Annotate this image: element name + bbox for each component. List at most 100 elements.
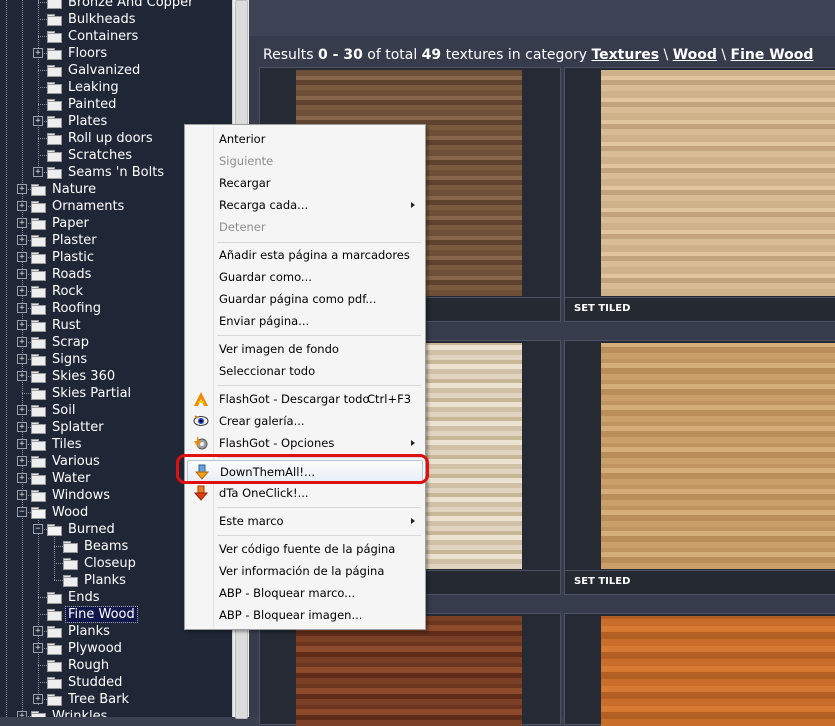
tree-item[interactable]: Ends (68, 589, 99, 606)
expand-icon[interactable]: + (17, 422, 27, 432)
menu-item-ver-fondo[interactable]: Ver imagen de fondo (185, 338, 425, 360)
menu-item-recargar[interactable]: Recargar (185, 172, 425, 194)
menu-item-siguiente[interactable]: Siguiente (185, 150, 425, 172)
expand-icon[interactable]: + (33, 116, 43, 126)
tree-item[interactable]: Windows (52, 487, 110, 504)
expand-icon[interactable]: + (17, 473, 27, 483)
expand-icon[interactable]: + (33, 48, 43, 58)
tree-item[interactable]: Floors (68, 45, 107, 62)
set-tiled-link[interactable]: SET TILED (574, 576, 630, 587)
tree-item[interactable]: Wrinkles (52, 708, 107, 717)
menu-item-ver-info[interactable]: Ver información de la página (185, 560, 425, 582)
breadcrumb-wood[interactable]: Wood (673, 47, 717, 63)
texture-thumbnail[interactable] (601, 616, 835, 726)
tree-item[interactable]: Rock (52, 283, 83, 300)
tree-item[interactable]: Nature (52, 181, 96, 198)
expand-icon[interactable]: + (17, 320, 27, 330)
tree-item[interactable]: Planks (68, 623, 110, 640)
menu-item-enviar[interactable]: Enviar página... (185, 310, 425, 332)
tree-item[interactable]: Galvanized (68, 62, 140, 79)
tree-item[interactable]: Tiles (52, 436, 82, 453)
menu-item-guardar-como[interactable]: Guardar como... (185, 266, 425, 288)
texture-thumbnail[interactable] (601, 70, 835, 296)
expand-icon[interactable]: + (17, 303, 27, 313)
breadcrumb-fine-wood[interactable]: Fine Wood (731, 47, 814, 63)
menu-item-flashgot-opciones[interactable]: FlashGot - Opciones (185, 432, 425, 454)
tree-item[interactable]: Plaster (52, 232, 97, 249)
tree-item[interactable]: Plates (68, 113, 107, 130)
expand-icon[interactable]: + (17, 269, 27, 279)
tree-item[interactable]: Bronze And Copper (68, 0, 194, 11)
expand-icon[interactable]: + (17, 371, 27, 381)
collapse-icon[interactable]: − (33, 524, 43, 534)
texture-thumbnail[interactable] (601, 343, 835, 569)
tree-item[interactable]: Wood (52, 504, 88, 521)
tree-item[interactable]: Plastic (52, 249, 94, 266)
expand-icon[interactable]: + (33, 167, 43, 177)
menu-item-anterior[interactable]: Anterior (185, 128, 425, 150)
tree-item[interactable]: Fine Wood (65, 606, 138, 623)
menu-item-detener[interactable]: Detener (185, 216, 425, 238)
expand-icon[interactable]: + (17, 218, 27, 228)
tree-item[interactable]: Roll up doors (68, 130, 153, 147)
tree-item[interactable]: Studded (68, 674, 122, 691)
expand-icon[interactable]: + (17, 439, 27, 449)
expand-icon[interactable]: + (33, 643, 43, 653)
menu-item-seleccionar[interactable]: Seleccionar todo (185, 360, 425, 382)
menu-item-oneclick[interactable]: dTa OneClick!... (185, 482, 425, 504)
menu-item-crear-galeria[interactable]: Crear galería... (185, 410, 425, 432)
expand-icon[interactable]: + (17, 405, 27, 415)
menu-item-guardar-pdf[interactable]: Guardar página como pdf... (185, 288, 425, 310)
folder-icon (31, 303, 46, 315)
expand-icon[interactable]: + (17, 354, 27, 364)
expand-icon[interactable]: + (17, 490, 27, 500)
menu-item-este-marco[interactable]: Este marco (185, 510, 425, 532)
expand-icon[interactable]: + (33, 626, 43, 636)
tree-item[interactable]: Scratches (68, 147, 132, 164)
tree-item[interactable]: Plywood (68, 640, 122, 657)
expand-icon[interactable]: + (17, 184, 27, 194)
tree-item[interactable]: Splatter (52, 419, 104, 436)
expand-icon[interactable]: + (17, 711, 27, 717)
tree-item[interactable]: Ornaments (52, 198, 124, 215)
menu-item-abp-marco[interactable]: ABP - Bloquear marco... (185, 582, 425, 604)
tree-item[interactable]: Paper (52, 215, 89, 232)
expand-icon[interactable]: + (17, 235, 27, 245)
expand-icon[interactable]: + (17, 337, 27, 347)
expand-icon[interactable]: + (33, 694, 43, 704)
tree-item[interactable]: Soil (52, 402, 75, 419)
tree-item[interactable]: Bulkheads (68, 11, 136, 28)
expand-icon[interactable]: + (17, 252, 27, 262)
tree-item[interactable]: Containers (68, 28, 138, 45)
tree-item[interactable]: Tree Bark (68, 691, 129, 708)
collapse-icon[interactable]: − (17, 507, 27, 517)
expand-icon[interactable]: + (17, 456, 27, 466)
tree-item[interactable]: Rough (68, 657, 109, 674)
breadcrumb-textures[interactable]: Textures (591, 47, 659, 63)
tree-item[interactable]: Seams 'n Bolts (68, 164, 164, 181)
tree-item[interactable]: Scrap (52, 334, 89, 351)
tree-item[interactable]: Burned (68, 521, 115, 538)
menu-item-recarga-cada[interactable]: Recarga cada... (185, 194, 425, 216)
tree-item[interactable]: Closeup (84, 555, 136, 572)
tree-item[interactable]: Beams (84, 538, 128, 555)
menu-item-abp-imagen[interactable]: ABP - Bloquear imagen... (185, 604, 425, 626)
menu-item-flashgot-todo[interactable]: FlashGot - Descargar todo Ctrl+F3 (185, 388, 425, 410)
menu-item-marcadores[interactable]: Añadir esta página a marcadores (185, 244, 425, 266)
texture-thumbnail[interactable] (296, 616, 522, 726)
tree-item[interactable]: Planks (84, 572, 126, 589)
tree-item[interactable]: Signs (52, 351, 87, 368)
tree-item[interactable]: Rust (52, 317, 81, 334)
expand-icon[interactable]: + (17, 286, 27, 296)
tree-item[interactable]: Skies 360 (52, 368, 115, 385)
set-tiled-link[interactable]: SET TILED (574, 303, 630, 314)
tree-item[interactable]: Skies Partial (52, 385, 131, 402)
expand-icon[interactable]: + (17, 201, 27, 211)
tree-item[interactable]: Leaking (68, 79, 119, 96)
tree-item[interactable]: Various (52, 453, 100, 470)
tree-item[interactable]: Roofing (52, 300, 101, 317)
tree-item[interactable]: Roads (52, 266, 91, 283)
menu-item-ver-codigo[interactable]: Ver código fuente de la página (185, 538, 425, 560)
tree-item[interactable]: Water (52, 470, 90, 487)
tree-item[interactable]: Painted (68, 96, 116, 113)
